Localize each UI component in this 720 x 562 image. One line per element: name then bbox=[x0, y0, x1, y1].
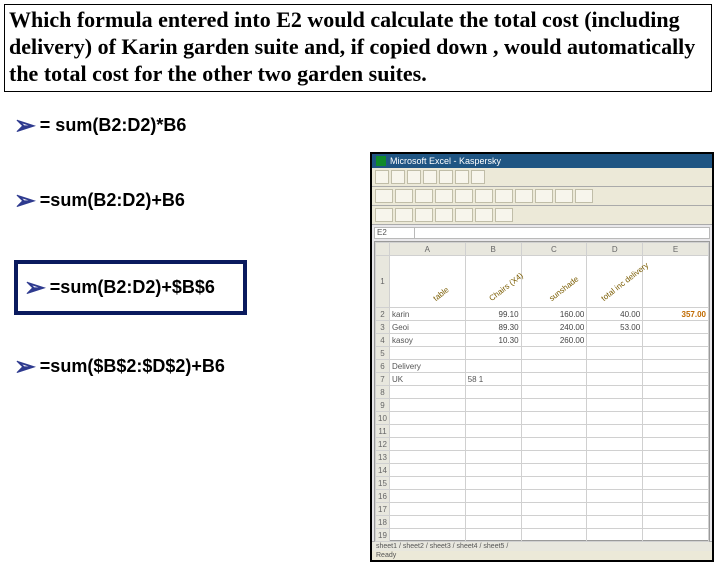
cell[interactable]: 10.30 bbox=[465, 334, 521, 347]
cell-e2-result[interactable]: 357.00 bbox=[643, 308, 709, 321]
toolbar-button[interactable] bbox=[455, 208, 473, 222]
cell[interactable]: 240.00 bbox=[521, 321, 587, 334]
option-c-highlighted[interactable]: ➢ =sum(B2:D2)+$B$6 bbox=[14, 260, 247, 315]
bullet-arrow-icon: ➢ bbox=[14, 351, 36, 382]
toolbar-button[interactable] bbox=[375, 189, 393, 203]
cell[interactable]: karin bbox=[390, 308, 466, 321]
table-row[interactable]: 13 bbox=[376, 451, 709, 464]
toolbar-button[interactable] bbox=[375, 208, 393, 222]
excel-format-toolbar bbox=[372, 206, 712, 225]
sheet-tabs[interactable]: sheet1 / sheet2 / sheet3 / sheet4 / shee… bbox=[372, 541, 712, 551]
table-row[interactable]: 11 bbox=[376, 425, 709, 438]
menu-item[interactable] bbox=[455, 170, 469, 184]
toolbar-button[interactable] bbox=[515, 189, 533, 203]
excel-titlebar: Microsoft Excel - Kaspersky bbox=[372, 154, 712, 168]
toolbar-button[interactable] bbox=[555, 189, 573, 203]
excel-logo-icon bbox=[376, 156, 386, 166]
cell[interactable]: 89.30 bbox=[465, 321, 521, 334]
table-row[interactable]: 5 bbox=[376, 347, 709, 360]
cell[interactable]: 160.00 bbox=[521, 308, 587, 321]
table-row[interactable]: 4kasoy10.30260.00 bbox=[376, 334, 709, 347]
toolbar-button[interactable] bbox=[475, 189, 493, 203]
status-bar: Ready bbox=[372, 551, 712, 560]
excel-screenshot: Microsoft Excel - Kaspersky E2 table Cha… bbox=[370, 152, 714, 562]
select-all[interactable] bbox=[376, 243, 390, 256]
table-row[interactable]: 1 bbox=[376, 256, 709, 308]
table-row[interactable]: 12 bbox=[376, 438, 709, 451]
bullet-arrow-icon: ➢ bbox=[24, 272, 46, 303]
col-e[interactable]: E bbox=[643, 243, 709, 256]
menu-item[interactable] bbox=[375, 170, 389, 184]
cell[interactable] bbox=[643, 334, 709, 347]
excel-menubar bbox=[372, 168, 712, 187]
option-c-text: =sum(B2:D2)+$B$6 bbox=[50, 277, 215, 298]
toolbar-button[interactable] bbox=[415, 189, 433, 203]
col-a[interactable]: A bbox=[390, 243, 466, 256]
spreadsheet-grid[interactable]: table Chairs (X4) sunshade total inc del… bbox=[374, 241, 710, 541]
option-d-text: =sum($B$2:$D$2)+B6 bbox=[40, 356, 225, 377]
bullet-arrow-icon: ➢ bbox=[14, 185, 36, 216]
cell[interactable]: Delivery bbox=[390, 360, 466, 373]
table-row[interactable]: 18 bbox=[376, 516, 709, 529]
cell[interactable] bbox=[587, 334, 643, 347]
toolbar-button[interactable] bbox=[455, 189, 473, 203]
table-row[interactable]: 16 bbox=[376, 490, 709, 503]
header-row: A B C D E bbox=[376, 243, 709, 256]
cell[interactable]: UK bbox=[390, 373, 466, 386]
table-row[interactable]: 7UK58 1 bbox=[376, 373, 709, 386]
cell[interactable]: 40.00 bbox=[587, 308, 643, 321]
toolbar-button[interactable] bbox=[535, 189, 553, 203]
menu-item[interactable] bbox=[391, 170, 405, 184]
col-d[interactable]: D bbox=[587, 243, 643, 256]
table-row[interactable]: 9 bbox=[376, 399, 709, 412]
table-row[interactable]: 15 bbox=[376, 477, 709, 490]
menu-item[interactable] bbox=[407, 170, 421, 184]
toolbar-button[interactable] bbox=[415, 208, 433, 222]
table-row[interactable]: 17 bbox=[376, 503, 709, 516]
cell[interactable]: 260.00 bbox=[521, 334, 587, 347]
excel-toolbar bbox=[372, 187, 712, 206]
option-b-text: =sum(B2:D2)+B6 bbox=[40, 190, 185, 211]
table-row[interactable]: 2karin99.10160.0040.00357.00 bbox=[376, 308, 709, 321]
cell[interactable]: 99.10 bbox=[465, 308, 521, 321]
table-row[interactable]: 14 bbox=[376, 464, 709, 477]
option-a[interactable]: ➢ = sum(B2:D2)*B6 bbox=[14, 110, 720, 141]
col-b[interactable]: B bbox=[465, 243, 521, 256]
excel-title-text: Microsoft Excel - Kaspersky bbox=[390, 156, 501, 166]
menu-item[interactable] bbox=[423, 170, 437, 184]
question-box: Which formula entered into E2 would calc… bbox=[4, 4, 712, 92]
toolbar-button[interactable] bbox=[435, 189, 453, 203]
cell[interactable] bbox=[643, 321, 709, 334]
formula-bar[interactable]: E2 bbox=[374, 227, 710, 239]
menu-item[interactable] bbox=[439, 170, 453, 184]
bullet-arrow-icon: ➢ bbox=[14, 110, 36, 141]
table-row[interactable]: 6Delivery bbox=[376, 360, 709, 373]
option-a-text: = sum(B2:D2)*B6 bbox=[40, 115, 187, 136]
toolbar-button[interactable] bbox=[395, 189, 413, 203]
toolbar-button[interactable] bbox=[495, 208, 513, 222]
table-row[interactable]: 3Geoi89.30240.0053.00 bbox=[376, 321, 709, 334]
cell[interactable]: Geoi bbox=[390, 321, 466, 334]
col-c[interactable]: C bbox=[521, 243, 587, 256]
toolbar-button[interactable] bbox=[435, 208, 453, 222]
table-row[interactable]: 8 bbox=[376, 386, 709, 399]
cell[interactable]: 53.00 bbox=[587, 321, 643, 334]
name-box[interactable]: E2 bbox=[375, 228, 415, 238]
toolbar-button[interactable] bbox=[475, 208, 493, 222]
menu-item[interactable] bbox=[471, 170, 485, 184]
toolbar-button[interactable] bbox=[395, 208, 413, 222]
toolbar-button[interactable] bbox=[495, 189, 513, 203]
question-text: Which formula entered into E2 would calc… bbox=[9, 7, 705, 87]
toolbar-button[interactable] bbox=[575, 189, 593, 203]
cell[interactable]: 58 1 bbox=[465, 373, 521, 386]
table-row[interactable]: 10 bbox=[376, 412, 709, 425]
cells-table: A B C D E 1 2karin99.10160.0040.00357.00… bbox=[375, 242, 709, 542]
cell[interactable]: kasoy bbox=[390, 334, 466, 347]
